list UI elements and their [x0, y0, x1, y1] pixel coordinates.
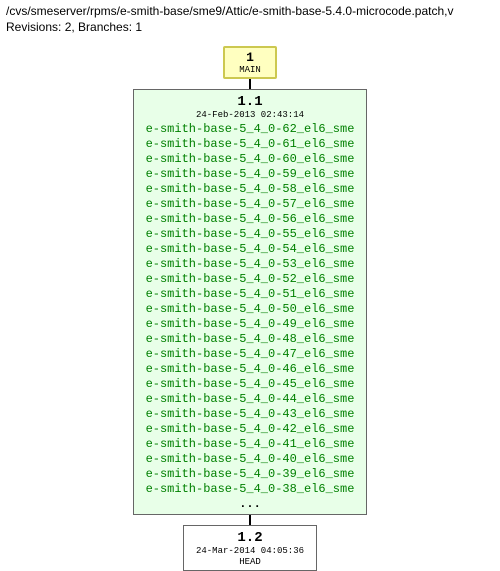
tag-item: e-smith-base-5_4_0-46_el6_sme — [146, 362, 355, 377]
tag-item: e-smith-base-5_4_0-58_el6_sme — [146, 182, 355, 197]
tag-item: e-smith-base-5_4_0-43_el6_sme — [146, 407, 355, 422]
tag-item: e-smith-base-5_4_0-60_el6_sme — [146, 152, 355, 167]
connector-line — [249, 79, 251, 89]
revisions-meta: Revisions: 2, Branches: 1 — [6, 20, 494, 34]
tag-item: e-smith-base-5_4_0-59_el6_sme — [146, 167, 355, 182]
connector-line — [249, 515, 251, 525]
tag-item: e-smith-base-5_4_0-61_el6_sme — [146, 137, 355, 152]
tag-item: e-smith-base-5_4_0-42_el6_sme — [146, 422, 355, 437]
tag-item: e-smith-base-5_4_0-44_el6_sme — [146, 392, 355, 407]
revision-date: 24-Feb-2013 02:43:14 — [146, 110, 355, 120]
tag-item: e-smith-base-5_4_0-62_el6_sme — [146, 122, 355, 137]
tag-item: e-smith-base-5_4_0-52_el6_sme — [146, 272, 355, 287]
tag-list: e-smith-base-5_4_0-62_el6_smee-smith-bas… — [146, 122, 355, 497]
branch-number: 1 — [239, 50, 261, 65]
tag-item: e-smith-base-5_4_0-51_el6_sme — [146, 287, 355, 302]
tag-item: e-smith-base-5_4_0-50_el6_sme — [146, 302, 355, 317]
file-path: /cvs/smeserver/rpms/e-smith-base/sme9/At… — [6, 4, 494, 18]
tag-item: e-smith-base-5_4_0-55_el6_sme — [146, 227, 355, 242]
tag-item: e-smith-base-5_4_0-48_el6_sme — [146, 332, 355, 347]
revision-version: 1.2 — [196, 530, 304, 546]
tag-item: e-smith-base-5_4_0-41_el6_sme — [146, 437, 355, 452]
head-label: HEAD — [196, 557, 304, 567]
tag-item: e-smith-base-5_4_0-57_el6_sme — [146, 197, 355, 212]
revision-1.1-box[interactable]: 1.1 24-Feb-2013 02:43:14 e-smith-base-5_… — [133, 89, 368, 515]
branch-label: MAIN — [239, 65, 261, 75]
tag-item: e-smith-base-5_4_0-49_el6_sme — [146, 317, 355, 332]
tag-item: e-smith-base-5_4_0-45_el6_sme — [146, 377, 355, 392]
tag-item: e-smith-base-5_4_0-56_el6_sme — [146, 212, 355, 227]
revision-1.2-box[interactable]: 1.2 24-Mar-2014 04:05:36 HEAD — [183, 525, 317, 571]
tag-item: e-smith-base-5_4_0-40_el6_sme — [146, 452, 355, 467]
tag-ellipsis: ... — [146, 497, 355, 511]
tag-item: e-smith-base-5_4_0-39_el6_sme — [146, 467, 355, 482]
tag-item: e-smith-base-5_4_0-54_el6_sme — [146, 242, 355, 257]
branch-main-box[interactable]: 1 MAIN — [223, 46, 277, 79]
tag-item: e-smith-base-5_4_0-53_el6_sme — [146, 257, 355, 272]
tag-item: e-smith-base-5_4_0-38_el6_sme — [146, 482, 355, 497]
revision-version: 1.1 — [146, 94, 355, 110]
graph-container: 1 MAIN 1.1 24-Feb-2013 02:43:14 e-smith-… — [0, 38, 500, 571]
tag-item: e-smith-base-5_4_0-47_el6_sme — [146, 347, 355, 362]
revision-date: 24-Mar-2014 04:05:36 — [196, 546, 304, 556]
header: /cvs/smeserver/rpms/e-smith-base/sme9/At… — [0, 0, 500, 38]
